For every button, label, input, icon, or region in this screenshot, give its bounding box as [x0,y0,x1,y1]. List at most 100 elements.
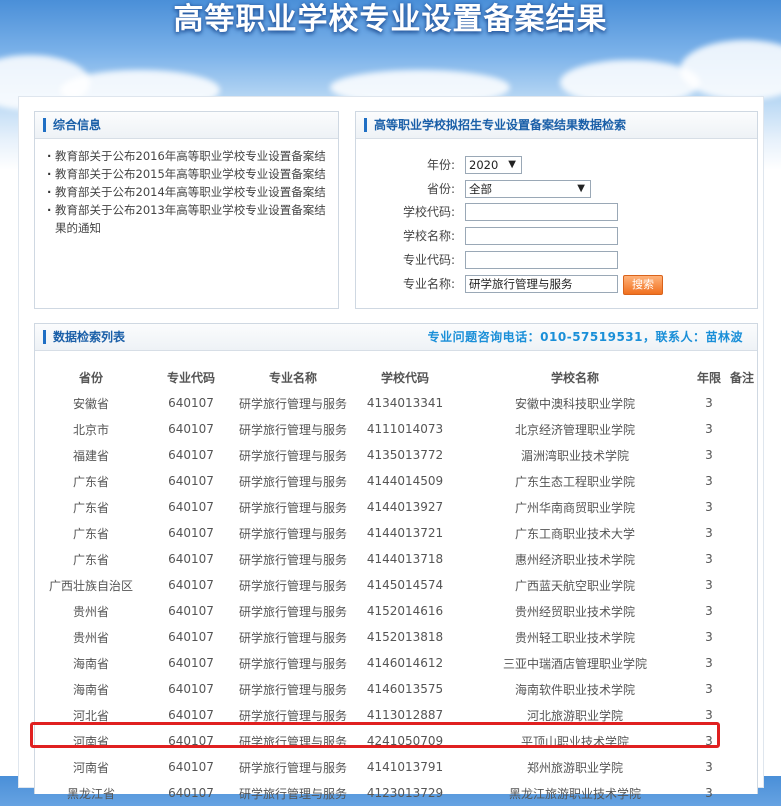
duration-cell: 3 [705,396,713,410]
page-container: 综合信息 教育部关于公布2016年高等职业学校专业设置备案结 教育部关于公布20… [18,96,764,801]
province-cell: 海南省 [72,656,109,671]
table-row: 贵州省 640107 研学旅行管理与服务 4152013818 贵州轻工职业技术学院 3 [35,624,757,650]
school-name-cell: 广西蓝天航空职业学院 [514,578,635,593]
school-code-cell: 4113012887 [366,708,444,722]
duration-cell: 3 [705,474,713,488]
school-code-input[interactable] [465,203,618,221]
remarks-cell [727,572,757,598]
school-name-cell: 贵州轻工职业技术学院 [514,630,635,645]
major-name-cell: 研学旅行管理与服务 [238,682,347,697]
duration-cell: 3 [705,708,713,722]
major-code-cell: 640107 [168,396,214,410]
school-name-cell: 广东工商职业技术大学 [514,526,635,541]
results-panel-header: 数据检索列表 专业问题咨询电话：010-57519531，联系人：苗林波 [35,324,757,351]
major-name-input[interactable] [465,275,618,293]
remarks-cell [727,598,757,624]
major-code-cell: 640107 [168,760,214,774]
major-code-cell: 640107 [168,734,214,748]
table-row: 河南省 640107 研学旅行管理与服务 4141013791 郑州旅游职业学院 3 [35,754,757,780]
remarks-cell [727,520,757,546]
news-link[interactable]: 教育部关于公布2015年高等职业学校专业设置备案结 [55,167,326,181]
school-code-cell: 4241050709 [366,734,444,748]
results-panel-title: 数据检索列表 [53,330,126,344]
news-item[interactable]: 教育部关于公布2016年高等职业学校专业设置备案结 [47,147,334,165]
remarks-cell [727,728,757,754]
province-cell: 北京市 [72,422,109,437]
school-name-cell: 黑龙江旅游职业技术学院 [508,786,641,801]
table-row: 广东省 640107 研学旅行管理与服务 4144013721 广东工商职业技术大学 3 [35,520,757,546]
major-name-cell: 研学旅行管理与服务 [238,656,347,671]
news-link[interactable]: 教育部关于公布2014年高等职业学校专业设置备案结 [55,185,326,199]
duration-cell: 3 [705,526,713,540]
province-cell: 广东省 [72,500,109,515]
duration-cell: 3 [705,760,713,774]
major-name-label: 专业名称: [402,277,455,291]
province-cell: 黑龙江省 [66,786,115,801]
school-code-row: 学校代码: [375,202,455,222]
major-name-cell: 研学旅行管理与服务 [238,526,347,541]
cloud-decoration [680,40,781,100]
major-name-cell: 研学旅行管理与服务 [238,604,347,619]
school-name-cell: 三亚中瑞酒店管理职业学院 [502,656,647,671]
school-code-cell: 4144014509 [366,474,444,488]
results-table-body: 安徽省 640107 研学旅行管理与服务 4134013341 安徽中澳科技职业学院 3 北… [35,390,757,806]
major-code-cell: 640107 [168,448,214,462]
school-name-cell: 北京经济管理职业学院 [514,422,635,437]
school-name-input[interactable] [465,227,618,245]
remarks-cell [727,546,757,572]
major-name-cell: 研学旅行管理与服务 [238,760,347,775]
table-row: 北京市 640107 研学旅行管理与服务 4111014073 北京经济管理职业学院 3 [35,416,757,442]
school-name-cell: 湄洲湾职业技术学院 [520,448,629,463]
column-header-remarks: 备注 [729,370,754,385]
remarks-cell [727,624,757,650]
major-code-input[interactable] [465,251,618,269]
column-header-province: 省份 [78,370,103,385]
info-panel-header: 综合信息 [35,112,338,139]
major-name-cell: 研学旅行管理与服务 [238,396,347,411]
major-name-cell: 研学旅行管理与服务 [238,630,347,645]
news-item[interactable]: 教育部关于公布2013年高等职业学校专业设置备案结果的通知 [47,201,334,237]
duration-cell: 3 [705,682,713,696]
school-name-cell: 河北旅游职业学院 [526,708,623,723]
school-code-cell: 4146013575 [366,682,444,696]
news-link[interactable]: 教育部关于公布2016年高等职业学校专业设置备案结 [55,149,326,163]
school-code-cell: 4144013927 [366,500,444,514]
school-code-cell: 4152014616 [366,604,444,618]
news-item[interactable]: 教育部关于公布2014年高等职业学校专业设置备案结 [47,183,334,201]
major-code-cell: 640107 [168,656,214,670]
school-code-cell: 4144013721 [366,526,444,540]
search-button[interactable]: 搜索 [623,275,663,295]
page-banner-title: 高等职业学校专业设置备案结果 [173,2,608,37]
table-row: 福建省 640107 研学旅行管理与服务 4135013772 湄洲湾职业技术学院 3 [35,442,757,468]
year-row: 年份: [375,155,455,175]
table-row: 河南省 640107 研学旅行管理与服务 4241050709 平顶山职业技术学院 3 [35,728,757,754]
search-panel-header: 高等职业学校拟招生专业设置备案结果数据检索 [356,112,757,139]
duration-cell: 3 [705,630,713,644]
school-code-cell: 4134013341 [366,396,444,410]
major-code-cell: 640107 [168,474,214,488]
province-select[interactable]: 全部 ▼ [465,180,591,198]
remarks-cell [727,780,757,806]
duration-cell: 3 [705,578,713,592]
school-name-cell: 惠州经济职业技术学院 [514,552,635,567]
duration-cell: 3 [705,604,713,618]
table-row: 河北省 640107 研学旅行管理与服务 4113012887 河北旅游职业学院 3 [35,702,757,728]
major-code-cell: 640107 [168,422,214,436]
school-code-cell: 4144013718 [366,552,444,566]
news-item[interactable]: 教育部关于公布2015年高等职业学校专业设置备案结 [47,165,334,183]
major-name-cell: 研学旅行管理与服务 [238,500,347,515]
school-code-cell: 4123013729 [366,786,444,800]
table-row: 海南省 640107 研学旅行管理与服务 4146014612 三亚中瑞酒店管理职业学院… [35,650,757,676]
duration-cell: 3 [705,500,713,514]
major-code-cell: 640107 [168,526,214,540]
school-name-cell: 平顶山职业技术学院 [520,734,629,749]
province-cell: 广东省 [72,526,109,541]
news-link[interactable]: 教育部关于公布2013年高等职业学校专业设置备案结果的通知 [55,203,326,235]
info-panel-title: 综合信息 [53,118,102,132]
school-name-row: 学校名称: [375,226,455,246]
year-select[interactable]: 2020 ▼ [465,156,522,174]
school-code-cell: 4152013818 [366,630,444,644]
major-name-cell: 研学旅行管理与服务 [238,734,347,749]
chevron-down-icon: ▼ [577,183,585,194]
province-cell: 河南省 [72,734,109,749]
